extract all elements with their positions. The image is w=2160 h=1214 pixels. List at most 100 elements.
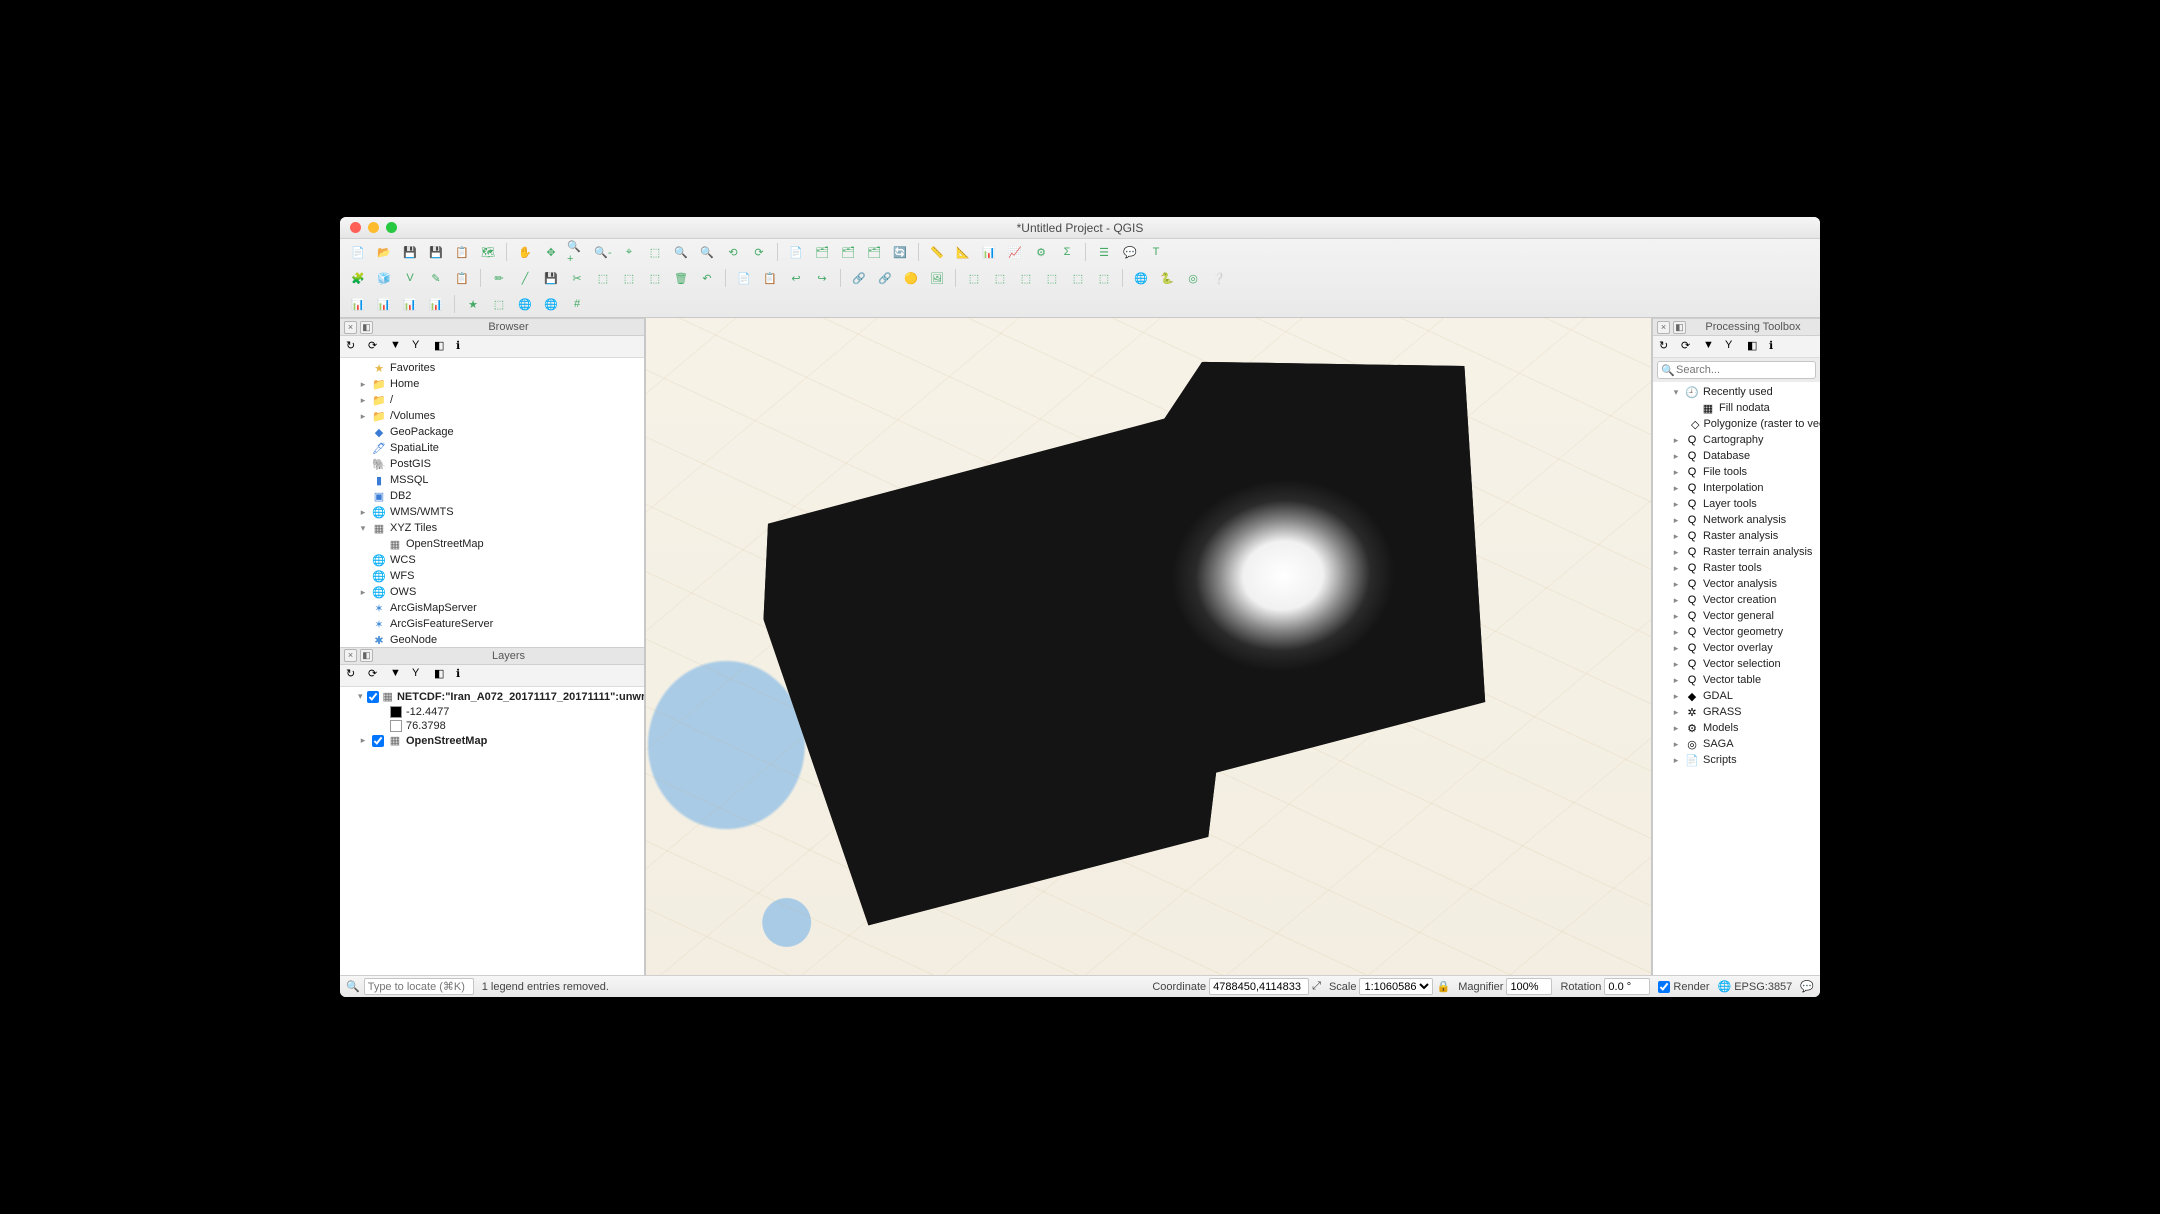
- toolbox-item[interactable]: ▸QCartography: [1653, 432, 1820, 448]
- panel-close-icon[interactable]: ×: [344, 321, 357, 334]
- layer-visibility-checkbox[interactable]: [372, 735, 384, 747]
- toolbox-item[interactable]: ▸QLayer tools: [1653, 496, 1820, 512]
- panel-tool-button[interactable]: ▼: [390, 667, 406, 683]
- toolbox-item[interactable]: ▸QRaster terrain analysis: [1653, 544, 1820, 560]
- toolbar-button[interactable]: 📋: [760, 268, 780, 288]
- toolbar-button[interactable]: ⟳: [749, 242, 769, 262]
- expand-icon[interactable]: ▸: [1671, 755, 1681, 766]
- browser-item[interactable]: ★Favorites: [340, 360, 644, 376]
- toolbar-button[interactable]: 🌐: [515, 294, 535, 314]
- panel-tool-button[interactable]: ⟳: [368, 667, 384, 683]
- browser-item[interactable]: ▸🌐OWS: [340, 584, 644, 600]
- rotation-input[interactable]: [1604, 978, 1650, 995]
- toolbox-tree[interactable]: ▾🕘Recently used▦Fill nodata◇Polygonize (…: [1653, 382, 1820, 975]
- toolbar-button[interactable]: 🌐: [541, 294, 561, 314]
- toolbar-button[interactable]: 🖼: [927, 268, 947, 288]
- toolbar-button[interactable]: ╱: [515, 268, 535, 288]
- layer-visibility-checkbox[interactable]: [367, 691, 379, 703]
- expand-icon[interactable]: ▸: [1671, 515, 1681, 526]
- toolbar-button[interactable]: ⚙: [1031, 242, 1051, 262]
- expand-icon[interactable]: ▾: [1671, 387, 1681, 398]
- expand-icon[interactable]: ▾: [358, 691, 363, 702]
- browser-item[interactable]: ▮MSSQL: [340, 472, 644, 488]
- toolbox-item[interactable]: ▸QDatabase: [1653, 448, 1820, 464]
- panel-tool-button[interactable]: ℹ: [456, 339, 472, 355]
- toolbar-button[interactable]: 🗂: [864, 242, 884, 262]
- panel-tool-button[interactable]: ℹ: [456, 667, 472, 683]
- toolbox-item[interactable]: ▸✲GRASS: [1653, 704, 1820, 720]
- expand-icon[interactable]: ▸: [1671, 611, 1681, 622]
- toolbox-item[interactable]: ▸QVector general: [1653, 608, 1820, 624]
- browser-item[interactable]: ▦OpenStreetMap: [340, 536, 644, 552]
- layer-item[interactable]: ▾▦NETCDF:"Iran_A072_20171117_20171111":u…: [340, 689, 644, 705]
- expand-icon[interactable]: ▸: [358, 507, 368, 518]
- toolbar-button[interactable]: ↩: [786, 268, 806, 288]
- panel-tool-button[interactable]: ▼: [390, 339, 406, 355]
- toolbar-button[interactable]: ✋: [515, 242, 535, 262]
- expand-icon[interactable]: ▸: [358, 411, 368, 422]
- toolbar-button[interactable]: ↪: [812, 268, 832, 288]
- toolbar-button[interactable]: 🌐: [1131, 268, 1151, 288]
- toolbox-item[interactable]: ▸QVector geometry: [1653, 624, 1820, 640]
- toolbar-button[interactable]: 💬: [1120, 242, 1140, 262]
- panel-tool-button[interactable]: Y: [412, 667, 428, 683]
- toolbar-button[interactable]: 📄: [786, 242, 806, 262]
- toolbar-button[interactable]: 📏: [927, 242, 947, 262]
- toolbar-button[interactable]: ⬚: [645, 268, 665, 288]
- toolbar-button[interactable]: 🧩: [348, 268, 368, 288]
- panel-tool-button[interactable]: ↻: [346, 339, 362, 355]
- toolbar-button[interactable]: ❔: [1209, 268, 1229, 288]
- toolbox-item[interactable]: ▸QNetwork analysis: [1653, 512, 1820, 528]
- scale-select[interactable]: 1:1060586: [1359, 978, 1433, 995]
- expand-icon[interactable]: ▾: [358, 523, 368, 534]
- toolbar-button[interactable]: 🔗: [875, 268, 895, 288]
- expand-icon[interactable]: ▸: [1671, 627, 1681, 638]
- toolbar-button[interactable]: 🗺: [478, 242, 498, 262]
- expand-icon[interactable]: ▸: [1671, 467, 1681, 478]
- toolbar-button[interactable]: ⬚: [1016, 268, 1036, 288]
- toolbar-button[interactable]: ⬚: [964, 268, 984, 288]
- toolbar-button[interactable]: 📊: [979, 242, 999, 262]
- browser-item[interactable]: ✶ArcGisMapServer: [340, 600, 644, 616]
- browser-item[interactable]: ✱GeoNode: [340, 632, 644, 647]
- toolbox-item[interactable]: ▸QFile tools: [1653, 464, 1820, 480]
- layers-tree[interactable]: ▾▦NETCDF:"Iran_A072_20171117_20171111":u…: [340, 687, 644, 976]
- panel-tool-button[interactable]: Y: [1725, 339, 1741, 355]
- expand-icon[interactable]: ▸: [1671, 547, 1681, 558]
- expand-icon[interactable]: ▸: [1671, 579, 1681, 590]
- toolbar-button[interactable]: 📂: [374, 242, 394, 262]
- toolbar-button[interactable]: 💾: [400, 242, 420, 262]
- toolbox-item[interactable]: ▸QVector table: [1653, 672, 1820, 688]
- toolbar-button[interactable]: 🔍+: [567, 242, 587, 262]
- toolbox-item[interactable]: ▸QVector selection: [1653, 656, 1820, 672]
- toolbar-button[interactable]: 📊: [348, 294, 368, 314]
- locator-input[interactable]: [364, 978, 474, 995]
- panel-tool-button[interactable]: ⟳: [368, 339, 384, 355]
- toolbar-button[interactable]: ✥: [541, 242, 561, 262]
- browser-item[interactable]: ▾▦XYZ Tiles: [340, 520, 644, 536]
- crs-button[interactable]: EPSG:3857: [1734, 981, 1792, 993]
- toolbar-button[interactable]: 📊: [374, 294, 394, 314]
- expand-icon[interactable]: ▸: [358, 735, 368, 746]
- toolbar-button[interactable]: 🔄: [890, 242, 910, 262]
- lock-icon[interactable]: 🔒: [1436, 980, 1450, 993]
- toolbar-button[interactable]: ✂: [567, 268, 587, 288]
- expand-icon[interactable]: ▸: [358, 395, 368, 406]
- toolbar-button[interactable]: Σ: [1057, 242, 1077, 262]
- toolbar-button[interactable]: ⬚: [619, 268, 639, 288]
- panel-undock-icon[interactable]: ◧: [360, 321, 373, 334]
- expand-icon[interactable]: ▸: [1671, 691, 1681, 702]
- panel-tool-button[interactable]: ⟳: [1681, 339, 1697, 355]
- toolbox-item[interactable]: ▸QVector creation: [1653, 592, 1820, 608]
- toolbar-button[interactable]: ⬚: [1042, 268, 1062, 288]
- toolbar-button[interactable]: ⬚: [645, 242, 665, 262]
- browser-item[interactable]: ▸🌐WMS/WMTS: [340, 504, 644, 520]
- toolbar-button[interactable]: 📄: [734, 268, 754, 288]
- expand-icon[interactable]: ▸: [1671, 659, 1681, 670]
- expand-icon[interactable]: ▸: [1671, 739, 1681, 750]
- toolbar-button[interactable]: ⬚: [990, 268, 1010, 288]
- toolbar-button[interactable]: ✏: [489, 268, 509, 288]
- toolbar-button[interactable]: 🔗: [849, 268, 869, 288]
- expand-icon[interactable]: ▸: [1671, 675, 1681, 686]
- expand-icon[interactable]: ▸: [1671, 435, 1681, 446]
